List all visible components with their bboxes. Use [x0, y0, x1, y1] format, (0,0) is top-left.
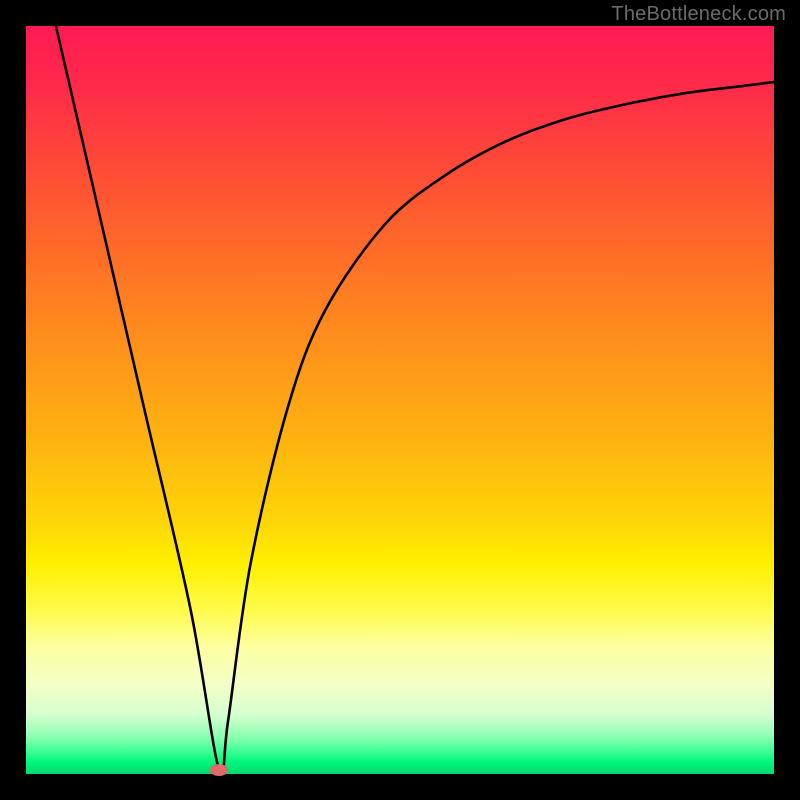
minimum-marker	[210, 764, 228, 776]
chart-stage: TheBottleneck.com	[0, 0, 800, 800]
curve-path	[56, 26, 774, 774]
bottleneck-curve	[26, 26, 774, 774]
watermark-text: TheBottleneck.com	[611, 3, 786, 26]
plot-frame	[26, 26, 774, 774]
